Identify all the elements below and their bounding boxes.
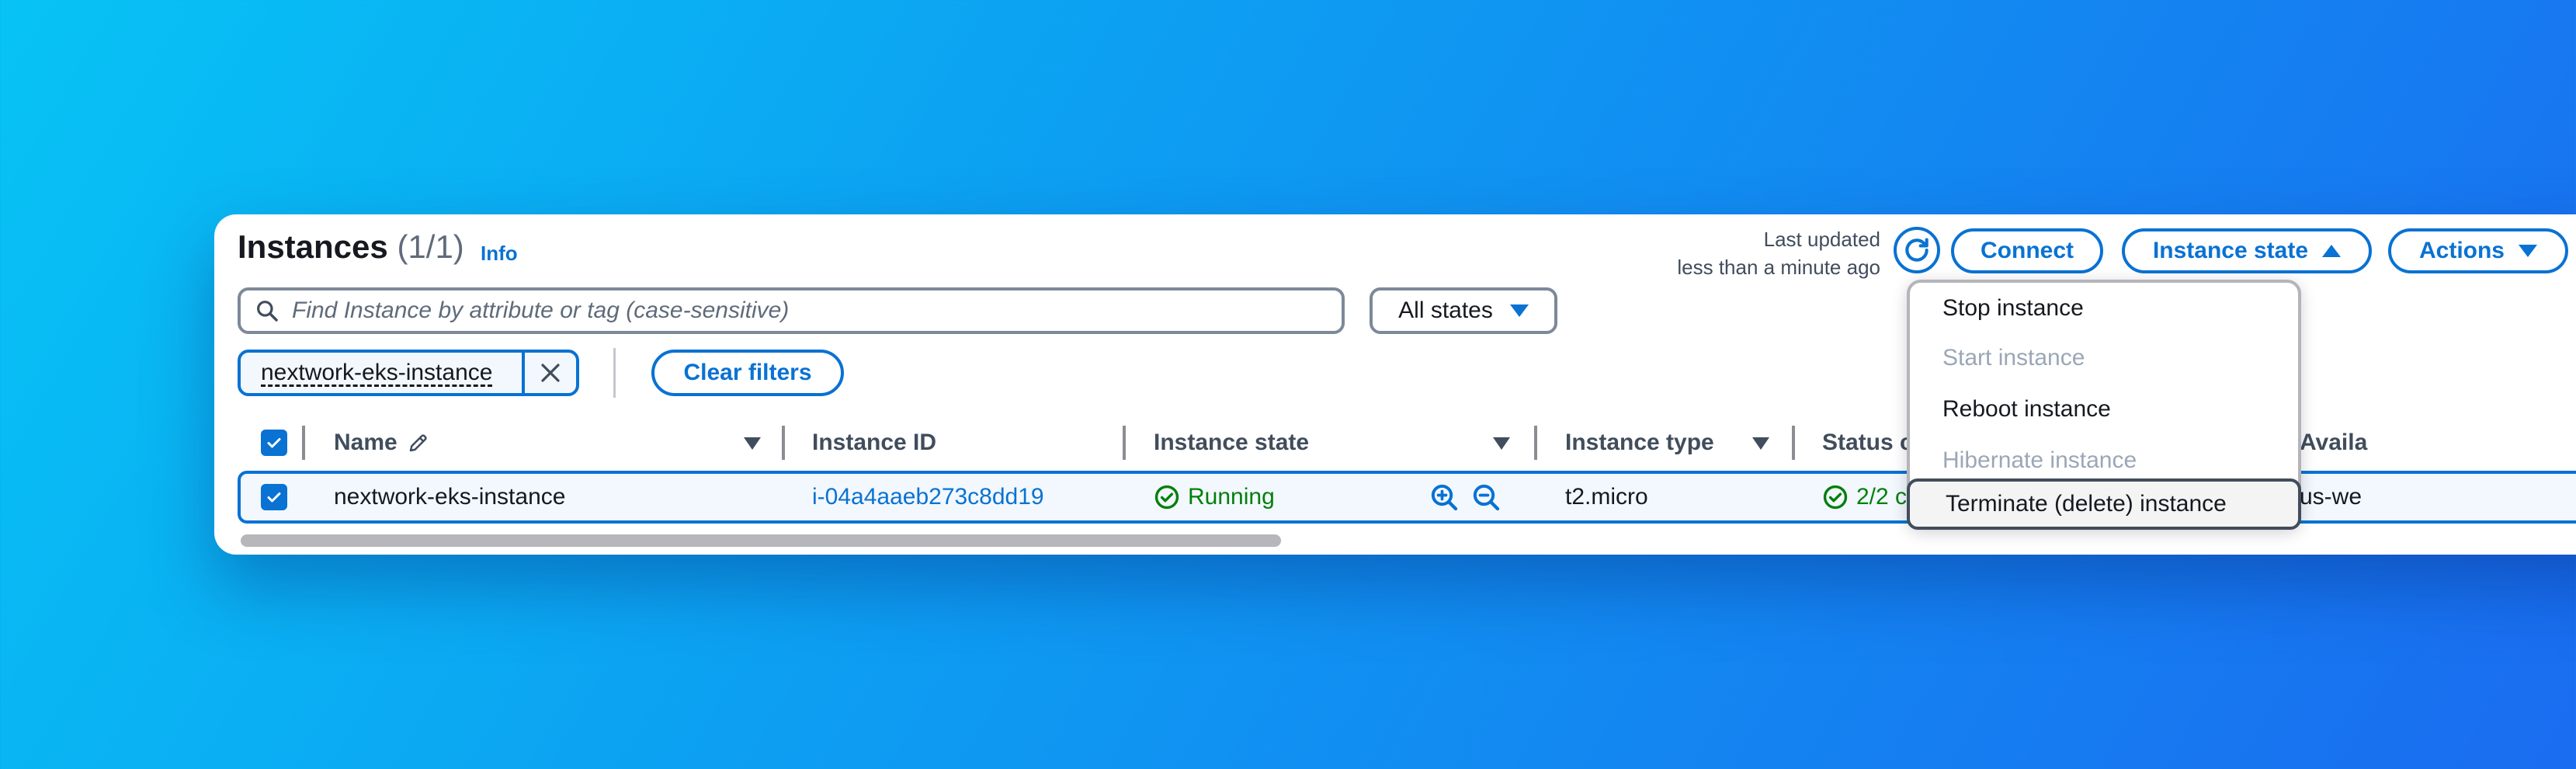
connect-label: Connect [1981, 238, 2074, 263]
row-checkbox[interactable] [261, 484, 287, 510]
edit-pencil-icon[interactable] [407, 431, 430, 454]
status-check-value: 2/2 c [1856, 484, 1908, 510]
remove-filter-button[interactable] [522, 353, 576, 393]
menu-item-reboot-instance[interactable]: Reboot instance [1910, 384, 2298, 435]
check-icon [267, 492, 281, 503]
column-header-availability-zone[interactable]: Availa [2300, 429, 2367, 457]
actions-button[interactable]: Actions [2388, 228, 2568, 273]
column-header-instance-type[interactable]: Instance type [1565, 429, 1714, 457]
check-icon [267, 438, 281, 448]
menu-item-start-instance: Start instance [1942, 345, 2085, 371]
select-all-checkbox[interactable] [261, 430, 287, 456]
filter-token[interactable]: nextwork-eks-instance [238, 350, 579, 396]
last-updated: Last updated less than a minute ago [1379, 225, 1880, 281]
filter-token-label[interactable]: nextwork-eks-instance [241, 360, 522, 386]
clear-filters-button[interactable]: Clear filters [651, 350, 844, 396]
column-header-status-check[interactable]: Status c [1822, 429, 1913, 457]
instance-state-label: Instance state [2152, 238, 2309, 263]
instance-state-menu: Stop instance Start instance Reboot inst… [1907, 280, 2301, 530]
refresh-button[interactable] [1894, 227, 1940, 273]
search-icon [257, 301, 278, 322]
sort-caret-icon[interactable] [1493, 437, 1510, 450]
column-header-instance-state[interactable]: Instance state [1154, 429, 1309, 457]
column-separator[interactable] [782, 426, 785, 460]
cell-instance-id-link[interactable]: i-04a4aaeb273c8dd19 [812, 483, 1044, 511]
caret-down-icon [1509, 304, 1529, 317]
refresh-icon [1905, 238, 1929, 262]
success-check-icon [1823, 485, 1848, 510]
column-header-instance-id[interactable]: Instance ID [812, 429, 936, 457]
instances-panel: Instances (1/1) Info Last updated less t… [214, 214, 2576, 555]
column-separator[interactable] [302, 426, 305, 460]
sort-caret-icon[interactable] [1752, 437, 1769, 450]
last-updated-label: Last updated [1763, 228, 1880, 251]
last-updated-value: less than a minute ago [1677, 256, 1880, 279]
sort-caret-icon[interactable] [744, 437, 761, 450]
column-separator[interactable] [1534, 426, 1537, 460]
clear-filters-label: Clear filters [683, 360, 812, 385]
instance-state-value: Running [1188, 484, 1275, 510]
states-filter-select[interactable]: All states [1370, 287, 1557, 334]
caret-down-icon [2519, 245, 2537, 257]
column-header-name[interactable]: Name [334, 429, 430, 457]
cell-instance-state: Running [1154, 483, 1275, 511]
menu-item-terminate-instance[interactable]: Terminate (delete) instance [1907, 478, 2301, 530]
page-title-text: Instances [238, 228, 388, 265]
success-check-icon [1154, 485, 1179, 510]
column-header-name-label: Name [334, 430, 398, 455]
zoom-in-icon[interactable] [1429, 482, 1460, 513]
column-separator[interactable] [1123, 426, 1126, 460]
instance-state-button[interactable]: Instance state [2122, 228, 2372, 273]
search-placeholder: Find Instance by attribute or tag (case-… [292, 298, 790, 323]
horizontal-scrollbar[interactable] [241, 534, 1281, 547]
instance-count: (1/1) [397, 228, 464, 265]
column-separator[interactable] [1792, 426, 1795, 460]
actions-label: Actions [2418, 238, 2505, 263]
caret-up-icon [2322, 245, 2342, 257]
menu-item-stop-instance[interactable]: Stop instance [1910, 283, 2298, 334]
page-title: Instances (1/1) [238, 228, 464, 266]
connect-button[interactable]: Connect [1951, 228, 2103, 273]
divider [613, 348, 616, 398]
cell-instance-type: t2.micro [1565, 484, 1648, 510]
cell-availability-zone: us-we [2300, 484, 2362, 510]
states-filter-value: All states [1398, 298, 1493, 323]
close-icon [541, 364, 560, 382]
cell-status-check: 2/2 c [1822, 483, 1907, 511]
search-input[interactable]: Find Instance by attribute or tag (case-… [238, 287, 1345, 334]
zoom-out-icon[interactable] [1470, 482, 1502, 513]
info-link[interactable]: Info [481, 242, 518, 266]
cell-name: nextwork-eks-instance [334, 484, 566, 510]
